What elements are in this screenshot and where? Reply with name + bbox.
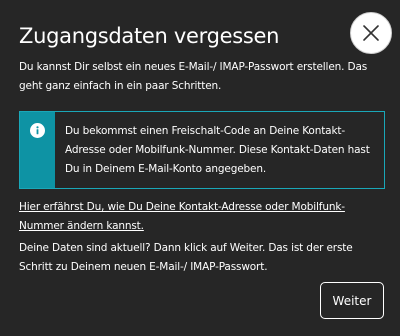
- info-text: Du bekommst einen Freischalt-Code an Dei…: [65, 125, 370, 175]
- close-button[interactable]: [350, 12, 392, 54]
- outro-text: Deine Daten sind aktuell? Dann klick auf…: [19, 242, 353, 273]
- info-icon: [30, 123, 45, 138]
- info-box: Du bekommst einen Freischalt-Code an Dei…: [19, 111, 385, 189]
- dialog-title: Zugangsdaten vergessen: [19, 24, 280, 48]
- close-icon: [363, 25, 379, 41]
- forgot-credentials-dialog: Zugangsdaten vergessen Du kannst Dir sel…: [0, 0, 400, 336]
- intro-text: Du kannst Dir selbst ein neues E-Mail-/ …: [19, 61, 368, 92]
- change-contact-link[interactable]: Hier erfährst Du, wie Du Deine Kontakt-A…: [19, 198, 389, 236]
- next-button[interactable]: Weiter: [320, 282, 384, 319]
- info-strip: [20, 112, 55, 188]
